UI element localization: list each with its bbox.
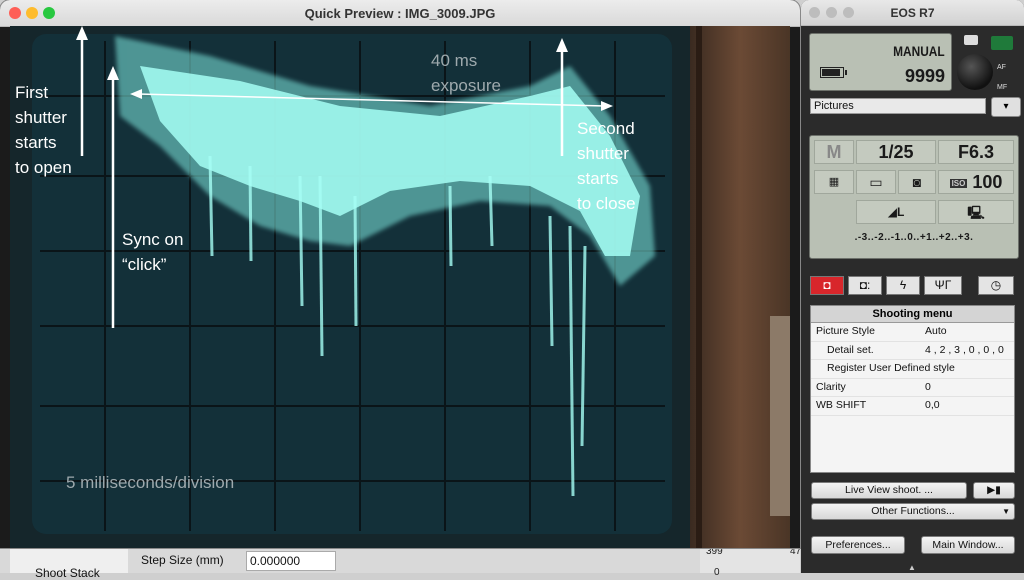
eos-window-title: EOS R7 <box>890 6 935 20</box>
shooting-settings-lcd: M 1/25 F6.3 ▦ ▭ ◙ ISO 100 ◢L 🖳 .-3..-2..… <box>809 135 1019 259</box>
aperture-cell[interactable]: F6.3 <box>938 140 1014 164</box>
connection-icon <box>991 36 1013 50</box>
folder-field[interactable]: Pictures <box>810 98 986 114</box>
annotation-sync: Sync on “click” <box>122 230 184 274</box>
chevron-up-icon[interactable]: ▲ <box>908 563 916 572</box>
power-icon <box>964 35 978 45</box>
camera-settings-icon: ◘: <box>859 278 871 292</box>
mode-dial[interactable] <box>957 54 993 90</box>
battery-icon <box>820 67 847 78</box>
shooting-mode-label: MANUAL <box>893 43 945 59</box>
exposure-level-scale: .-3..-2..-1..0..+1..+2..+3. <box>854 232 974 243</box>
menu-row-picture-style[interactable]: Picture Style Auto <box>811 323 1014 342</box>
eos-titlebar[interactable]: EOS R7 <box>801 0 1024 26</box>
af-mode-cell[interactable]: ◙ <box>898 170 936 194</box>
menu-row-value: 0,0 <box>925 399 940 411</box>
live-view-shoot-button[interactable]: Live View shoot. ... <box>811 482 967 499</box>
pc-download-icon: 🖳 <box>967 205 985 220</box>
annotation-exposure: 40 ms exposure <box>431 51 501 95</box>
tab-shooting[interactable]: ◘ <box>810 276 844 295</box>
shutter-speed-cell[interactable]: 1/25 <box>856 140 936 164</box>
camera-icon: ◘ <box>823 278 831 292</box>
eos-r7-panel: EOS R7 MANUAL 9999 AF MF Pictures ▾ M 1/… <box>801 0 1024 573</box>
timer-icon: ◷ <box>990 278 1002 292</box>
menu-row-value: 4 , 2 , 3 , 0 , 0 , 0 <box>925 343 1004 356</box>
tab-shooting-2[interactable]: ◘: <box>848 276 882 295</box>
tab-flash[interactable]: ϟ <box>886 276 920 295</box>
annotation-first-shutter: First shutter starts to open <box>15 83 72 177</box>
menu-row-key: WB SHIFT <box>816 399 867 411</box>
video-camera-icon: ▶▮ <box>987 484 1001 496</box>
menu-tabs: ◘ ◘: ϟ ΨΓ ◷ <box>810 276 1020 296</box>
metering-icon: ▦ <box>828 176 840 188</box>
metering-cell[interactable]: ▦ <box>814 170 854 194</box>
mode-m-cell[interactable]: M <box>814 140 854 164</box>
drive-cell[interactable]: ▭ <box>856 170 896 194</box>
flash-icon: ϟ <box>899 278 907 292</box>
menu-row-wb-shift[interactable]: WB SHIFT 0,0 <box>811 397 1014 416</box>
step-size-input[interactable]: 0.000000 <box>246 551 336 571</box>
other-functions-button[interactable]: Other Functions... ▼ <box>811 503 1015 520</box>
main-window-button[interactable]: Main Window... <box>921 536 1015 554</box>
menu-row-key: Detail set. <box>827 343 874 356</box>
shots-remaining: 9999 <box>904 66 945 86</box>
background-cell: Shoot Stack <box>10 548 128 580</box>
other-functions-label: Other Functions... <box>871 505 955 517</box>
annotation-timebase: 5 milliseconds/division <box>66 473 235 492</box>
shoot-stack-label: Shoot Stack <box>35 566 100 580</box>
mf-label: MF <box>997 84 1008 91</box>
folder-menu-button[interactable]: ▾ <box>991 97 1021 117</box>
menu-row-key: Register User Defined style <box>827 362 955 374</box>
label-card <box>770 316 790 516</box>
tab-timer[interactable]: ◷ <box>978 276 1014 295</box>
preview-window-title: Quick Preview : IMG_3009.JPG <box>304 6 496 21</box>
iso-value: 100 <box>972 172 1003 192</box>
tab-tools[interactable]: ΨΓ <box>924 276 962 295</box>
menu-row-register-style[interactable]: Register User Defined style <box>811 360 1014 379</box>
menu-row-value: 0 <box>925 380 931 393</box>
quick-preview-window: Quick Preview : IMG_3009.JPG First shutt… <box>0 0 800 548</box>
menu-row-key: Clarity <box>816 380 846 393</box>
step-size-value: 0.000000 <box>250 554 301 568</box>
shooting-menu: Shooting menu Picture Style Auto Detail … <box>810 305 1015 473</box>
background-app-strip: Shoot Stack Step Size (mm) 0.000000 <box>0 548 800 580</box>
menu-row-detail-set[interactable]: Detail set. 4 , 2 , 3 , 0 , 0 , 0 <box>811 342 1014 360</box>
iso-label: ISO <box>949 178 968 188</box>
af-label: AF <box>997 64 1006 71</box>
annotation-second-shutter: Second shutter starts to close <box>577 119 636 213</box>
tools-icon: ΨΓ <box>934 278 952 292</box>
transfer-cell[interactable]: 🖳 <box>938 200 1014 224</box>
menu-row-clarity[interactable]: Clarity 0 <box>811 379 1014 397</box>
chevron-down-icon: ▼ <box>1002 507 1010 516</box>
image-quality-cell[interactable]: ◢L <box>856 200 936 224</box>
shooting-menu-header: Shooting menu <box>811 306 1014 323</box>
iso-cell[interactable]: ISO 100 <box>938 170 1014 194</box>
oscilloscope-photo: First shutter starts to open Sync on “cl… <box>10 26 790 548</box>
movie-button[interactable]: ▶▮ <box>973 482 1015 499</box>
preferences-button[interactable]: Preferences... <box>811 536 905 554</box>
camera-af-icon: ◙ <box>912 174 922 190</box>
step-size-label: Step Size (mm) <box>141 553 224 567</box>
menu-row-value: Auto <box>925 325 947 337</box>
status-lcd: MANUAL 9999 <box>809 33 952 91</box>
menu-row-key: Picture Style <box>816 325 875 337</box>
preview-titlebar[interactable]: Quick Preview : IMG_3009.JPG <box>0 0 800 27</box>
wood-edge <box>696 26 702 548</box>
single-shot-icon: ▭ <box>869 174 883 190</box>
